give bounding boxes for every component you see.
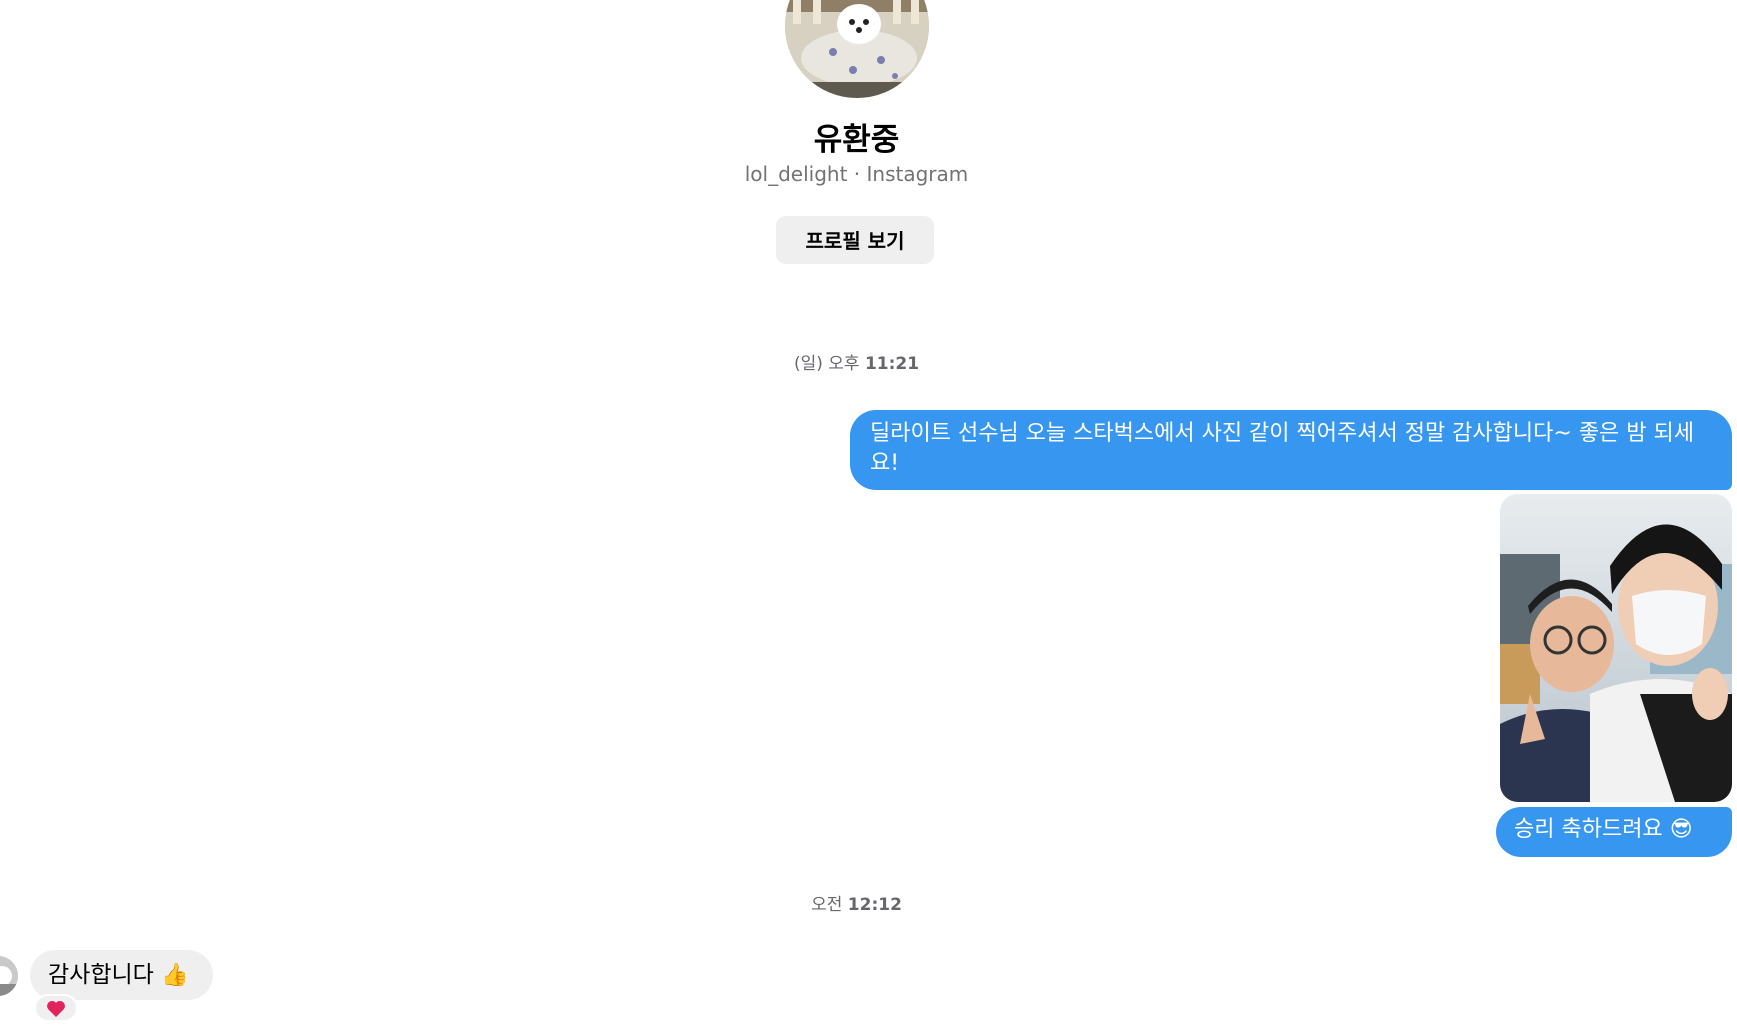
sender-avatar[interactable] xyxy=(0,956,18,996)
profile-subtitle: lol_delight · Instagram xyxy=(744,162,969,186)
reaction-badge[interactable] xyxy=(34,994,78,1022)
timestamp-prefix: 오전 xyxy=(811,895,843,915)
dm-thread: 유환중 lol_delight · Instagram 프로필 보기 (일) 오… xyxy=(0,0,1737,1027)
profile-avatar[interactable] xyxy=(785,0,929,98)
outgoing-message[interactable]: 딜라이트 선수님 오늘 스타벅스에서 사진 같이 찍어주셔서 정말 감사합니다~… xyxy=(850,410,1732,490)
timestamp-time: 11:21 xyxy=(864,354,920,374)
timestamp: (일) 오후 11:21 xyxy=(0,349,1713,374)
outgoing-message[interactable]: 승리 축하드려요 😎 xyxy=(1496,807,1732,857)
message-text: 승리 축하드려요 xyxy=(1514,817,1663,842)
message-text: 감사합니다 xyxy=(48,962,154,988)
thumbs-up-emoji-icon: 👍 xyxy=(161,963,189,988)
heart-icon xyxy=(47,1000,65,1017)
message-text: 딜라이트 선수님 오늘 스타벅스에서 사진 같이 찍어주셔서 정말 감사합니다~… xyxy=(870,421,1695,476)
timestamp-prefix: (일) 오후 xyxy=(793,354,860,374)
timestamp-time: 12:12 xyxy=(847,895,902,915)
timestamp: 오전 12:12 xyxy=(0,890,1713,915)
sunglasses-emoji-icon: 😎 xyxy=(1669,817,1693,842)
incoming-message[interactable]: 감사합니다 👍 xyxy=(30,950,213,1000)
profile-name: 유환중 xyxy=(813,122,900,158)
view-profile-button[interactable]: 프로필 보기 xyxy=(776,216,934,264)
photo-attachment[interactable] xyxy=(1500,494,1732,802)
